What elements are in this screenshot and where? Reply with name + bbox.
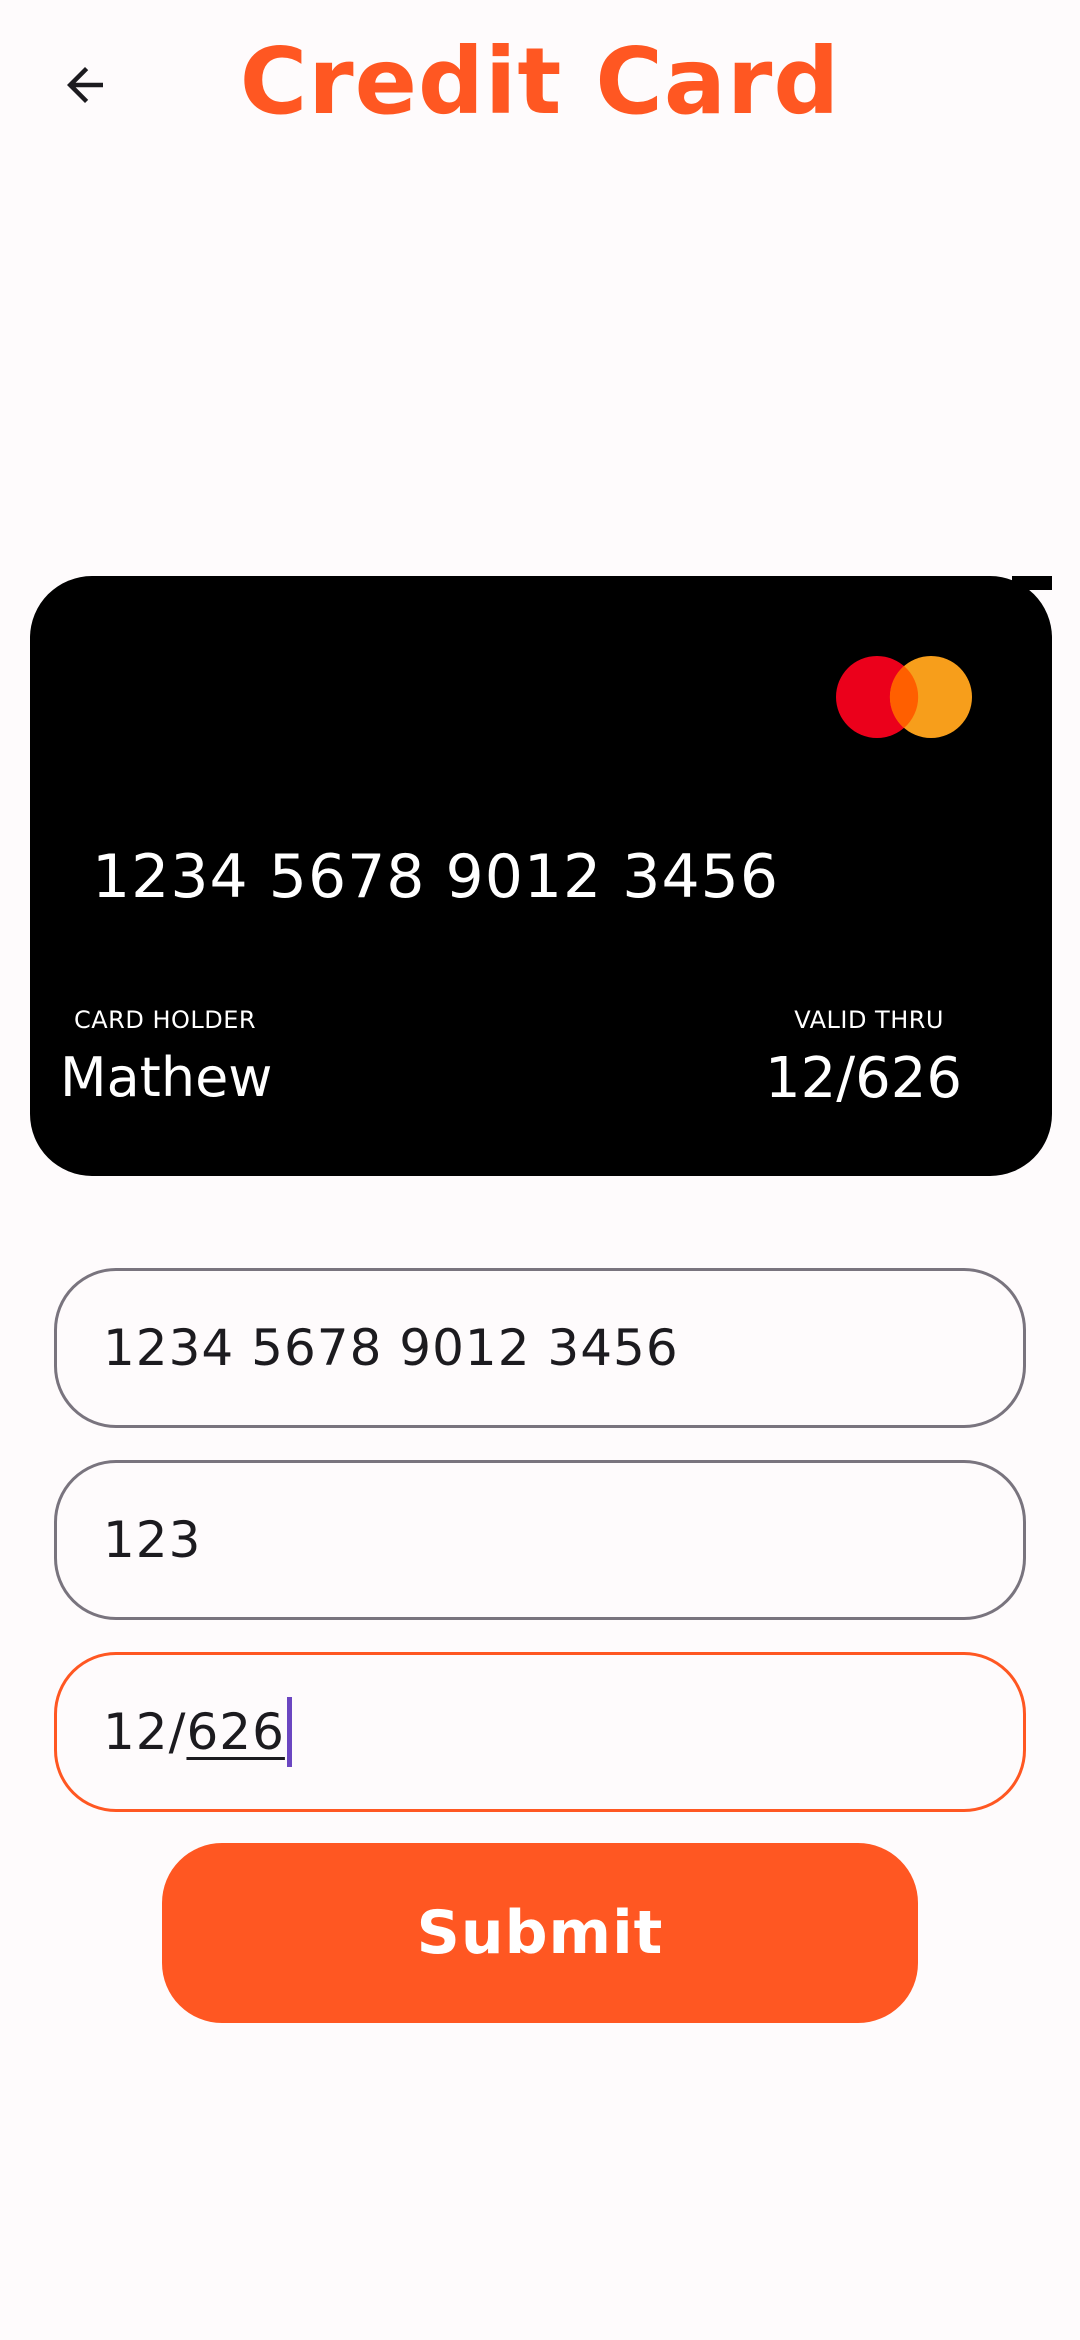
- top-app-bar: Credit Card: [0, 0, 1080, 170]
- card-number-field[interactable]: 1234 5678 9012 3456: [54, 1268, 1026, 1428]
- card-holder-name: Mathew: [60, 1046, 273, 1109]
- expiry-date-field[interactable]: 12/626: [54, 1652, 1026, 1812]
- card-holder-label: CARD HOLDER: [74, 1006, 257, 1034]
- credit-card-preview: 1234 5678 9012 3456 CARD HOLDER Mathew V…: [30, 576, 1052, 1176]
- cvv-field[interactable]: 123: [54, 1460, 1026, 1620]
- valid-thru-value: 12/626: [764, 1046, 962, 1111]
- card-corner: [1012, 576, 1052, 590]
- cvv-input-value: 123: [103, 1511, 202, 1569]
- page-title: Credit Card: [239, 28, 841, 135]
- mastercard-icon: [836, 656, 972, 738]
- expiry-input-composing: 626: [186, 1703, 285, 1761]
- expiry-input-prefix: 12/: [103, 1703, 187, 1761]
- valid-thru-label: VALID THRU: [794, 1006, 944, 1034]
- submit-button[interactable]: Submit: [162, 1843, 918, 2023]
- text-caret: [286, 1697, 292, 1767]
- card-number-display: 1234 5678 9012 3456: [92, 842, 779, 912]
- card-number-input-value: 1234 5678 9012 3456: [103, 1319, 679, 1377]
